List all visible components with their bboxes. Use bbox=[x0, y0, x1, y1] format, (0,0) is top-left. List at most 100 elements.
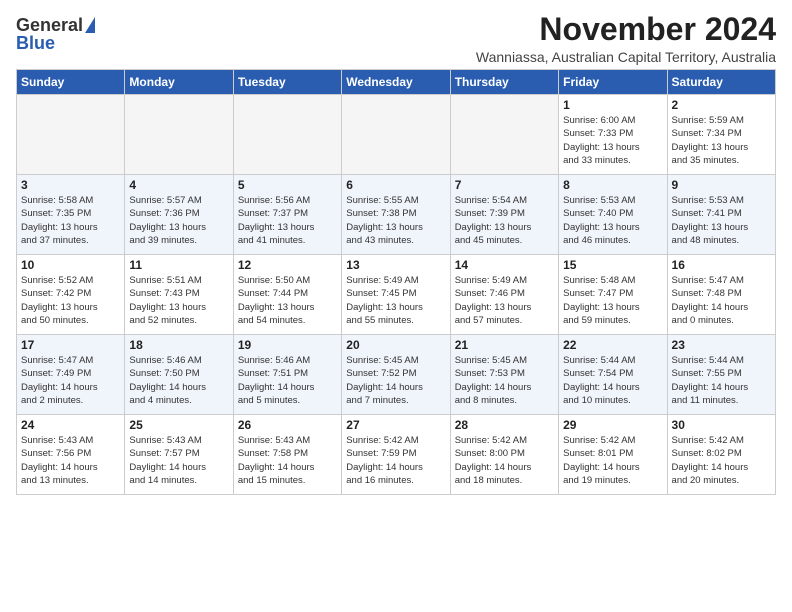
table-row: 27Sunrise: 5:42 AM Sunset: 7:59 PM Dayli… bbox=[342, 415, 450, 495]
day-number: 9 bbox=[672, 178, 771, 192]
day-info: Sunrise: 5:56 AM Sunset: 7:37 PM Dayligh… bbox=[238, 194, 337, 247]
table-row: 29 Sunrise: 5:42 AM Sunset: 8:01 PM Dayli… bbox=[559, 415, 667, 495]
day-info: Sunrise: 5:45 AM Sunset: 7:53 PM Dayligh… bbox=[455, 354, 554, 407]
day-number: 23 bbox=[672, 338, 771, 352]
logo-blue-text: Blue bbox=[16, 34, 55, 52]
day-number: 10 bbox=[21, 258, 120, 272]
day-number: 7 bbox=[455, 178, 554, 192]
table-row bbox=[17, 95, 125, 175]
calendar-week-row: 1 Sunrise: 6:00 AM Sunset: 7:33 PM Daylig… bbox=[17, 95, 776, 175]
table-row: 2 Sunrise: 5:59 AM Sunset: 7:34 PM Daylig… bbox=[667, 95, 775, 175]
day-info: Sunrise: 5:59 AM Sunset: 7:34 PM Dayligh… bbox=[672, 114, 771, 167]
header-thursday: Thursday bbox=[450, 70, 558, 95]
table-row bbox=[125, 95, 233, 175]
calendar-table: Sunday Monday Tuesday Wednesday Thursday… bbox=[16, 69, 776, 495]
header: General Blue November 2024 Wanniassa, Au… bbox=[16, 12, 776, 65]
day-info: Sunrise: 5:55 AM Sunset: 7:38 PM Dayligh… bbox=[346, 194, 445, 247]
calendar-week-row: 24 Sunrise: 5:43 AM Sunset: 7:56 PM Dayli… bbox=[17, 415, 776, 495]
day-info: Sunrise: 6:00 AM Sunset: 7:33 PM Dayligh… bbox=[563, 114, 662, 167]
month-title: November 2024 bbox=[476, 12, 776, 47]
table-row: 4 Sunrise: 5:57 AM Sunset: 7:36 PM Daylig… bbox=[125, 175, 233, 255]
table-row: 12Sunrise: 5:50 AM Sunset: 7:44 PM Dayli… bbox=[233, 255, 341, 335]
header-wednesday: Wednesday bbox=[342, 70, 450, 95]
table-row: 13Sunrise: 5:49 AM Sunset: 7:45 PM Dayli… bbox=[342, 255, 450, 335]
table-row: 10 Sunrise: 5:52 AM Sunset: 7:42 PM Dayli… bbox=[17, 255, 125, 335]
day-number: 21 bbox=[455, 338, 554, 352]
day-number: 20 bbox=[346, 338, 445, 352]
day-number: 14 bbox=[455, 258, 554, 272]
day-number: 15 bbox=[563, 258, 662, 272]
day-info: Sunrise: 5:52 AM Sunset: 7:42 PM Dayligh… bbox=[21, 274, 120, 327]
table-row: 25 Sunrise: 5:43 AM Sunset: 7:57 PM Dayli… bbox=[125, 415, 233, 495]
table-row: 24 Sunrise: 5:43 AM Sunset: 7:56 PM Dayli… bbox=[17, 415, 125, 495]
day-info: Sunrise: 5:50 AM Sunset: 7:44 PM Dayligh… bbox=[238, 274, 337, 327]
day-info: Sunrise: 5:51 AM Sunset: 7:43 PM Dayligh… bbox=[129, 274, 228, 327]
day-info: Sunrise: 5:48 AM Sunset: 7:47 PM Dayligh… bbox=[563, 274, 662, 327]
day-number: 4 bbox=[129, 178, 228, 192]
day-number: 5 bbox=[238, 178, 337, 192]
day-number: 11 bbox=[129, 258, 228, 272]
table-row: 5 Sunrise: 5:56 AM Sunset: 7:37 PM Daylig… bbox=[233, 175, 341, 255]
day-number: 16 bbox=[672, 258, 771, 272]
logo: General Blue bbox=[16, 16, 95, 52]
table-row: 23 Sunrise: 5:44 AM Sunset: 7:55 PM Dayli… bbox=[667, 335, 775, 415]
day-info: Sunrise: 5:47 AM Sunset: 7:48 PM Dayligh… bbox=[672, 274, 771, 327]
day-info: Sunrise: 5:42 AM Sunset: 8:00 PM Dayligh… bbox=[455, 434, 554, 487]
day-number: 6 bbox=[346, 178, 445, 192]
day-number: 29 bbox=[563, 418, 662, 432]
day-number: 18 bbox=[129, 338, 228, 352]
header-friday: Friday bbox=[559, 70, 667, 95]
day-info: Sunrise: 5:57 AM Sunset: 7:36 PM Dayligh… bbox=[129, 194, 228, 247]
table-row: 1 Sunrise: 6:00 AM Sunset: 7:33 PM Daylig… bbox=[559, 95, 667, 175]
day-number: 8 bbox=[563, 178, 662, 192]
day-number: 24 bbox=[21, 418, 120, 432]
day-info: Sunrise: 5:45 AM Sunset: 7:52 PM Dayligh… bbox=[346, 354, 445, 407]
day-number: 19 bbox=[238, 338, 337, 352]
table-row: 15 Sunrise: 5:48 AM Sunset: 7:47 PM Dayli… bbox=[559, 255, 667, 335]
day-number: 28 bbox=[455, 418, 554, 432]
day-info: Sunrise: 5:49 AM Sunset: 7:45 PM Dayligh… bbox=[346, 274, 445, 327]
day-info: Sunrise: 5:53 AM Sunset: 7:41 PM Dayligh… bbox=[672, 194, 771, 247]
table-row: 18 Sunrise: 5:46 AM Sunset: 7:50 PM Dayli… bbox=[125, 335, 233, 415]
day-number: 17 bbox=[21, 338, 120, 352]
day-info: Sunrise: 5:47 AM Sunset: 7:49 PM Dayligh… bbox=[21, 354, 120, 407]
day-info: Sunrise: 5:42 AM Sunset: 7:59 PM Dayligh… bbox=[346, 434, 445, 487]
day-info: Sunrise: 5:44 AM Sunset: 7:55 PM Dayligh… bbox=[672, 354, 771, 407]
table-row: 21 Sunrise: 5:45 AM Sunset: 7:53 PM Dayli… bbox=[450, 335, 558, 415]
day-number: 22 bbox=[563, 338, 662, 352]
day-info: Sunrise: 5:54 AM Sunset: 7:39 PM Dayligh… bbox=[455, 194, 554, 247]
table-row: 28 Sunrise: 5:42 AM Sunset: 8:00 PM Dayli… bbox=[450, 415, 558, 495]
header-monday: Monday bbox=[125, 70, 233, 95]
table-row: 7 Sunrise: 5:54 AM Sunset: 7:39 PM Daylig… bbox=[450, 175, 558, 255]
day-info: Sunrise: 5:46 AM Sunset: 7:51 PM Dayligh… bbox=[238, 354, 337, 407]
day-info: Sunrise: 5:46 AM Sunset: 7:50 PM Dayligh… bbox=[129, 354, 228, 407]
day-info: Sunrise: 5:58 AM Sunset: 7:35 PM Dayligh… bbox=[21, 194, 120, 247]
day-info: Sunrise: 5:43 AM Sunset: 7:56 PM Dayligh… bbox=[21, 434, 120, 487]
table-row bbox=[450, 95, 558, 175]
calendar-week-row: 3 Sunrise: 5:58 AM Sunset: 7:35 PM Daylig… bbox=[17, 175, 776, 255]
table-row: 19 Sunrise: 5:46 AM Sunset: 7:51 PM Dayli… bbox=[233, 335, 341, 415]
day-info: Sunrise: 5:42 AM Sunset: 8:01 PM Dayligh… bbox=[563, 434, 662, 487]
table-row: 17 Sunrise: 5:47 AM Sunset: 7:49 PM Dayli… bbox=[17, 335, 125, 415]
table-row: 14 Sunrise: 5:49 AM Sunset: 7:46 PM Dayli… bbox=[450, 255, 558, 335]
day-number: 30 bbox=[672, 418, 771, 432]
day-info: Sunrise: 5:49 AM Sunset: 7:46 PM Dayligh… bbox=[455, 274, 554, 327]
table-row bbox=[233, 95, 341, 175]
day-number: 26 bbox=[238, 418, 337, 432]
table-row: 26 Sunrise: 5:43 AM Sunset: 7:58 PM Dayli… bbox=[233, 415, 341, 495]
header-sunday: Sunday bbox=[17, 70, 125, 95]
table-row: 3 Sunrise: 5:58 AM Sunset: 7:35 PM Daylig… bbox=[17, 175, 125, 255]
table-row: 22Sunrise: 5:44 AM Sunset: 7:54 PM Dayli… bbox=[559, 335, 667, 415]
day-number: 2 bbox=[672, 98, 771, 112]
day-number: 1 bbox=[563, 98, 662, 112]
calendar-week-row: 17 Sunrise: 5:47 AM Sunset: 7:49 PM Dayli… bbox=[17, 335, 776, 415]
day-number: 3 bbox=[21, 178, 120, 192]
logo-general-text: General bbox=[16, 16, 83, 34]
day-info: Sunrise: 5:53 AM Sunset: 7:40 PM Dayligh… bbox=[563, 194, 662, 247]
day-info: Sunrise: 5:43 AM Sunset: 7:57 PM Dayligh… bbox=[129, 434, 228, 487]
day-number: 25 bbox=[129, 418, 228, 432]
table-row bbox=[342, 95, 450, 175]
header-tuesday: Tuesday bbox=[233, 70, 341, 95]
day-info: Sunrise: 5:43 AM Sunset: 7:58 PM Dayligh… bbox=[238, 434, 337, 487]
logo-triangle-icon bbox=[85, 17, 95, 33]
